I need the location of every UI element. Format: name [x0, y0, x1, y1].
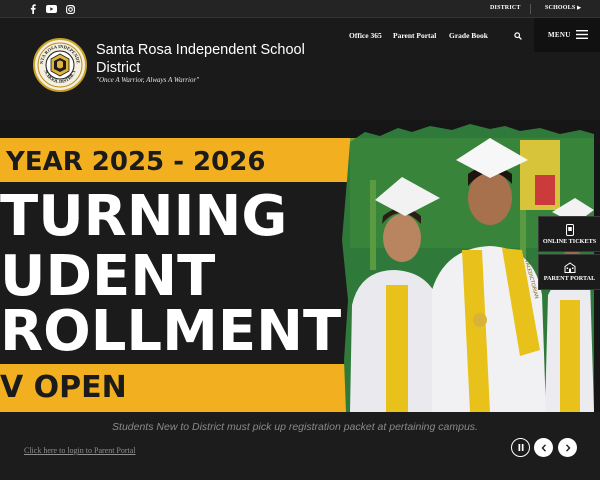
hamburger-icon — [576, 30, 588, 39]
nav-grade-book[interactable]: Grade Book — [449, 31, 488, 40]
school-name[interactable]: Santa Rosa Independent School District — [96, 41, 326, 77]
menu-label: MENU — [548, 31, 571, 39]
banner-line-1: TURNING — [0, 184, 287, 249]
chevron-left-icon — [541, 443, 546, 452]
district-link[interactable]: DISTRICT — [490, 5, 521, 11]
caret-right-icon: ▶ — [577, 6, 582, 11]
quick-link-label: ONLINE TICKETS — [542, 237, 597, 245]
slide-caption: Students New to District must pick up re… — [112, 421, 478, 433]
menu-button[interactable]: MENU — [534, 18, 600, 52]
quick-link-parent-portal[interactable]: PARENT PORTAL — [538, 254, 600, 290]
divider — [530, 4, 531, 14]
banner-year-text: YEAR 2025 - 2026 — [5, 147, 265, 177]
nav-parent-portal[interactable]: Parent Portal — [393, 31, 436, 40]
logo-seal: SANTA ROSA INDEPENDENT SCHOOL DISTRICT — [33, 36, 83, 88]
quick-link-label: PARENT PORTAL — [543, 275, 596, 282]
parent-portal-login-link[interactable]: Click here to login to Parent Portal — [24, 446, 136, 455]
nav-office-365[interactable]: Office 365 — [349, 31, 382, 40]
phone-ticket-icon — [565, 223, 574, 236]
banner-bottom-text: V OPEN — [0, 370, 127, 405]
facebook-icon[interactable] — [27, 3, 39, 15]
schools-dropdown[interactable]: SCHOOLS ▶ — [545, 5, 581, 11]
search-icon[interactable] — [510, 28, 526, 44]
pause-button[interactable] — [511, 438, 530, 457]
chevron-right-icon — [565, 443, 570, 452]
previous-slide-button[interactable] — [534, 438, 553, 457]
instagram-icon[interactable] — [64, 3, 76, 15]
hero-slideshow: YEAR 2025 - 2026 TURNING UDENT ROLLMENT … — [0, 120, 600, 412]
utility-bar: DISTRICT SCHOOLS ▶ — [0, 0, 600, 18]
schools-label: SCHOOLS — [545, 5, 576, 11]
youtube-icon[interactable] — [45, 3, 57, 15]
district-logo[interactable]: SANTA ROSA INDEPENDENT SCHOOL DISTRICT — [33, 36, 87, 92]
hero-slide-image: YEAR 2025 - 2026 TURNING UDENT ROLLMENT … — [0, 120, 600, 412]
banner-line-3: ROLLMENT — [0, 299, 341, 364]
school-building-icon — [564, 262, 575, 273]
quick-link-online-tickets[interactable]: ONLINE TICKETS — [538, 216, 600, 252]
school-motto: "Once A Warrior, Always A Warrior" — [96, 76, 200, 84]
next-slide-button[interactable] — [558, 438, 577, 457]
pause-icon — [518, 444, 523, 451]
site-header: SANTA ROSA INDEPENDENT SCHOOL DISTRICT S… — [0, 18, 600, 120]
